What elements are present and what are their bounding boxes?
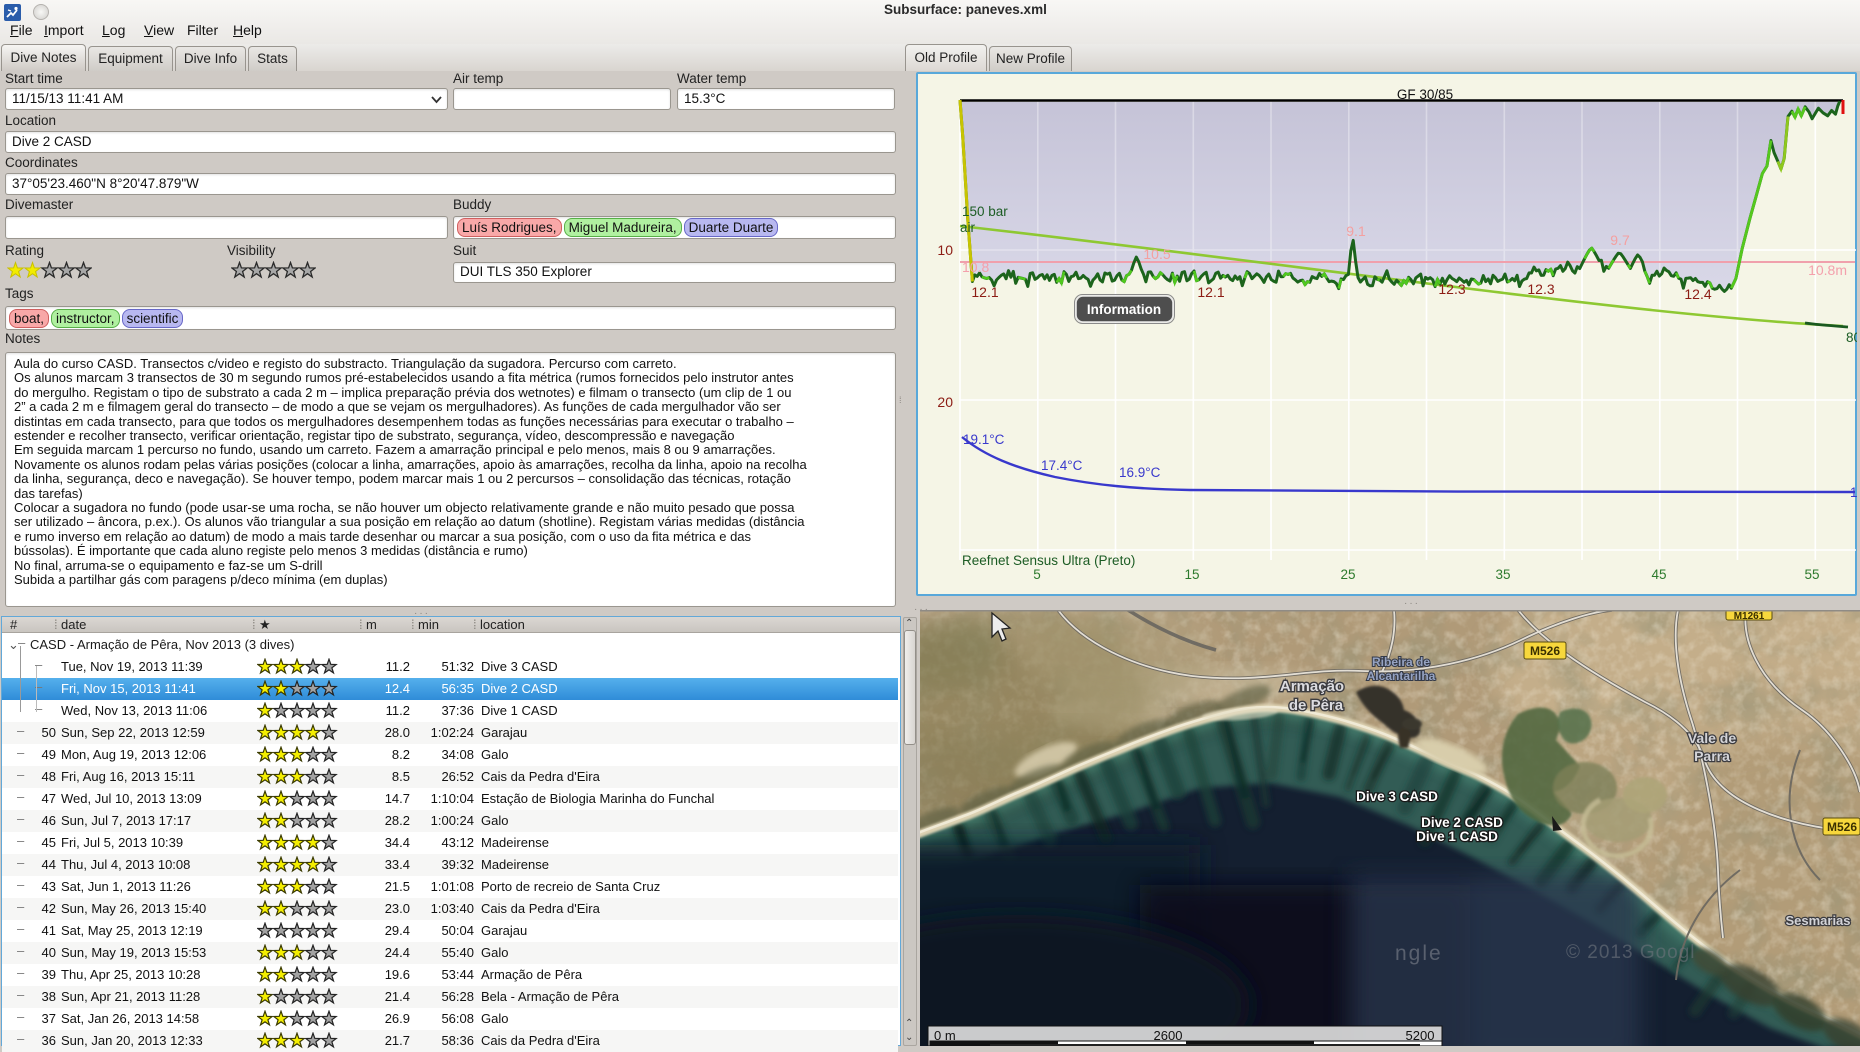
svg-text:© 2013 Googl: © 2013 Googl [1566,942,1696,963]
svg-text:80: 80 [1846,330,1857,345]
svg-text:Reefnet Sensus Ultra (Preto): Reefnet Sensus Ultra (Preto) [962,553,1135,568]
svg-text:Sesmarias: Sesmarias [1785,913,1850,928]
svg-text:35: 35 [1495,567,1510,582]
svg-text:17.4°C: 17.4°C [1041,458,1083,473]
svg-text:12.3: 12.3 [1438,281,1465,297]
svg-text:150 bar: 150 bar [962,204,1008,219]
svg-text:Dive 2 CASD: Dive 2 CASD [1421,815,1503,830]
svg-text:M1261: M1261 [1734,611,1765,622]
svg-text:Dive 1 CASD: Dive 1 CASD [1416,829,1498,844]
svg-text:15: 15 [1184,567,1199,582]
svg-text:Armação: Armação [1280,678,1344,695]
svg-text:19.1°C: 19.1°C [963,432,1005,447]
svg-text:12.1: 12.1 [1197,284,1224,300]
svg-text:Information: Information [1087,302,1161,317]
svg-text:10.5: 10.5 [1143,246,1170,262]
svg-text:25: 25 [1340,567,1355,582]
svg-text:55: 55 [1804,567,1819,582]
svg-text:de Pêra: de Pêra [1289,697,1344,714]
svg-text:12.1: 12.1 [971,284,998,300]
svg-text:10.8m: 10.8m [1808,262,1847,278]
svg-text:16: 16 [1850,485,1857,500]
svg-text:10: 10 [937,242,953,258]
svg-text:Ribeira de: Ribeira de [1372,655,1430,669]
svg-text:ngle: ngle [1395,942,1443,965]
svg-text:9.7: 9.7 [1610,232,1630,248]
svg-text:16.9°C: 16.9°C [1119,465,1161,480]
svg-text:Vale de: Vale de [1688,730,1736,746]
svg-text:20: 20 [937,394,953,410]
svg-text:12.3: 12.3 [1527,281,1554,297]
svg-text:5: 5 [1033,567,1041,582]
svg-text:10.8: 10.8 [962,259,989,275]
svg-text:Dive 3 CASD: Dive 3 CASD [1356,789,1438,804]
svg-text:Parra: Parra [1694,748,1730,764]
svg-text:M526: M526 [1530,644,1560,658]
svg-text:9.1: 9.1 [1346,223,1366,239]
svg-text:45: 45 [1651,567,1666,582]
svg-text:12.4: 12.4 [1684,286,1711,302]
svg-text:GF 30/85: GF 30/85 [1397,87,1453,102]
svg-text:air: air [960,220,976,235]
svg-text:M526: M526 [1827,820,1857,834]
svg-text:Alcantarilha: Alcantarilha [1367,669,1436,683]
